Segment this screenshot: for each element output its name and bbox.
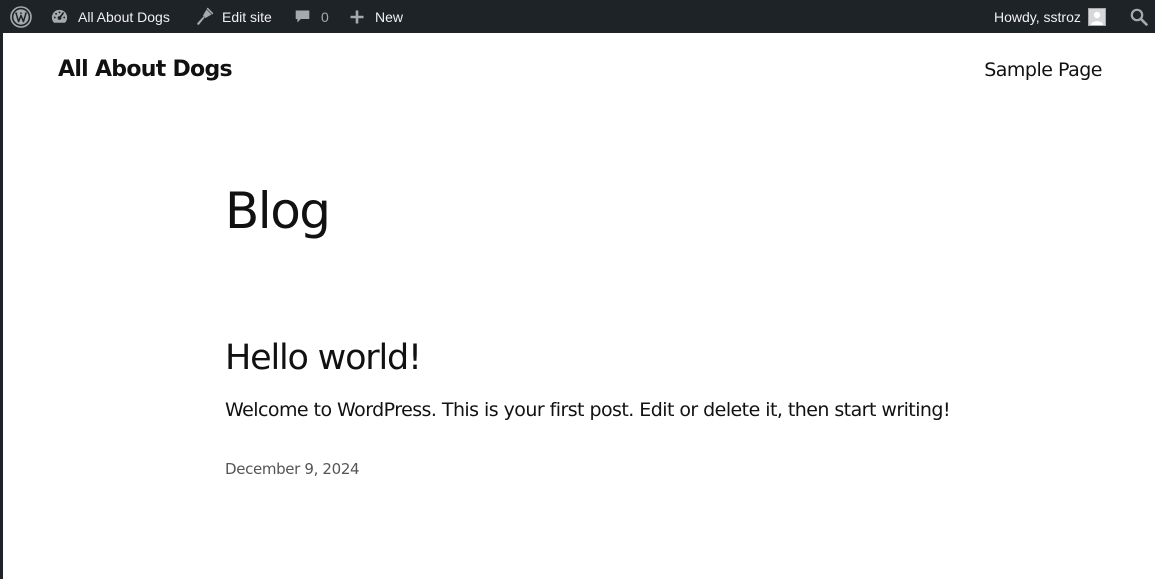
post-date[interactable]: December 9, 2024	[225, 460, 360, 478]
edit-site-button[interactable]: Edit site	[194, 0, 272, 33]
comments-button[interactable]: 0	[294, 0, 329, 33]
admin-bar-search-button[interactable]	[1130, 0, 1148, 33]
nav-item-sample-page[interactable]: Sample Page	[984, 59, 1102, 81]
wordpress-menu[interactable]	[10, 0, 32, 33]
site-title[interactable]: All About Dogs	[58, 57, 233, 82]
account-greeting: Howdy, sstroz	[994, 8, 1081, 25]
search-icon	[1130, 8, 1148, 26]
admin-bar-site-name: All About Dogs	[78, 8, 170, 25]
comments-count: 0	[321, 8, 329, 25]
edit-site-label: Edit site	[222, 8, 272, 25]
post-excerpt: Welcome to WordPress. This is your first…	[225, 399, 951, 421]
admin-bar-site-link[interactable]: All About Dogs	[50, 0, 170, 33]
admin-bar: All About Dogs Edit site 0 New Howdy, ss…	[0, 0, 1155, 33]
new-content-label: New	[375, 8, 404, 25]
post-title-link[interactable]: Hello world!	[225, 338, 422, 378]
comment-bubble-icon	[294, 8, 311, 25]
plus-icon	[349, 9, 365, 25]
my-account-menu[interactable]: Howdy, sstroz	[994, 0, 1106, 33]
brush-icon	[194, 7, 214, 27]
wordpress-logo-icon	[10, 5, 32, 28]
user-avatar-icon	[1087, 7, 1106, 26]
page-title: Blog	[225, 182, 331, 240]
site-frame: All About Dogs Sample Page Blog Hello wo…	[3, 33, 1155, 579]
dashboard-gauge-icon	[50, 7, 69, 26]
new-content-button[interactable]: New	[349, 0, 403, 33]
